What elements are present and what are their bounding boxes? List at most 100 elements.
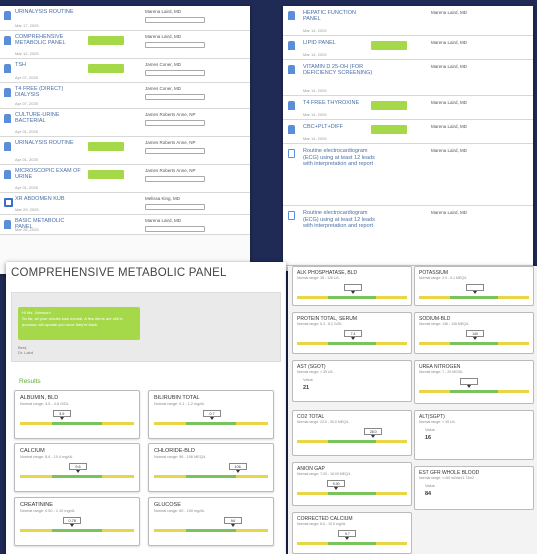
ordering-provider: Marena Laird, MD (431, 210, 468, 215)
list-item[interactable]: XR Abdomen Kub Mar 29, 2025 Melissa King, … (0, 193, 250, 215)
list-item[interactable]: MICROSCOPIC EXAM OF URINE Apr 01, 2025 Jam… (0, 165, 250, 193)
flask-icon (288, 101, 295, 110)
message-bubble: Hi Ms. Johnson! So far, all your results… (18, 307, 140, 340)
lab-results-list-a: URINALYSIS ROUTINE Mar 17, 2025 Marena Lai… (0, 6, 250, 274)
flask-icon (288, 125, 295, 134)
result-name: CREATININE (20, 502, 53, 508)
flask-icon (288, 41, 295, 50)
normal-range: Normal range: 3.5 - 5.1 MEQ/L (419, 276, 467, 280)
list-item[interactable]: T4 FREE THYROXINE Mar 14, 2025 Marena Lair… (283, 96, 533, 120)
list-item-name: T4 FREE (DIRECT) DIALYSIS (15, 86, 64, 98)
list-item[interactable]: CBC+PLT+DIFF Mar 14, 2025 Marena Laird, MD (283, 120, 533, 144)
ordering-provider: Marena Laird, MD (431, 40, 468, 45)
results-heading: Results (19, 378, 41, 385)
cmp-detail-panel-continued: ALK PHOSPHATASE, BLD Normal range: 38 - 1… (288, 266, 537, 554)
new-result-badge (371, 41, 407, 50)
list-item-name: XR Abdomen Kub (15, 196, 65, 202)
ordering-provider: Marena Laird, MD (145, 218, 182, 223)
ordering-provider: James Roberts Anne, NP (145, 112, 196, 117)
list-item[interactable]: TSH Apr 07, 2025 James Coner, MD (0, 59, 250, 83)
result-card: GLUCOSE Normal range: 60 - 100 mg/dL 94 (148, 497, 274, 546)
value-pointer (345, 537, 350, 540)
cmp-detail-panel: COMPREHENSIVE METABOLIC PANEL Hi Ms. Joh… (6, 262, 286, 554)
value-pointer (473, 337, 477, 340)
ordering-provider: James Roberts Anne, NP (145, 140, 196, 145)
list-item-date: Mar 28, 2025 (15, 227, 39, 232)
value-pointer (351, 337, 355, 340)
list-item[interactable]: COMPREHENSIVE METABOLIC PANEL Mar 12, 202… (0, 31, 250, 59)
flask-icon (288, 65, 295, 74)
message-provider-button[interactable] (145, 226, 205, 232)
value-pointer (334, 487, 339, 490)
range-bar (20, 475, 134, 478)
document-icon (288, 149, 295, 158)
result-card: UREA NITROGEN Normal range: 7 - 20 MG/DL (414, 360, 534, 404)
normal-range: Normal range: >=60 ml/min/1.73m2 (419, 476, 475, 480)
list-item[interactable]: LIPID PANEL Mar 14, 2025 Marena Laird, MD (283, 36, 533, 60)
message-provider-button[interactable] (145, 17, 205, 23)
result-card: CALCIUM Normal range: 8.6 - 10.4 mg/dL 9.6 (14, 443, 140, 492)
value-label: Value (425, 483, 435, 488)
list-item[interactable]: VITAMIN D 25-OH (FOR DEFICIENCY SCREENIN… (283, 60, 533, 96)
list-item-name: TSH (15, 62, 26, 68)
range-bar (297, 492, 407, 495)
list-item[interactable]: Routine electrocardiogram (ECG) using at… (283, 206, 533, 266)
message-provider-button[interactable] (145, 94, 205, 100)
value-pointer (467, 385, 472, 388)
message-provider-button[interactable] (145, 42, 205, 48)
list-item[interactable]: Routine electrocardiogram (ECG) using at… (283, 144, 533, 206)
value-pointer (351, 291, 355, 294)
list-item-date: Mar 14, 2025 (303, 52, 327, 57)
result-name: CALCIUM (20, 448, 45, 454)
result-value: 7.4 (344, 330, 362, 337)
result-value: 28.0 (364, 428, 383, 435)
flask-icon (288, 11, 295, 20)
signature-text: Dr. Laird (18, 350, 34, 355)
message-provider-button[interactable] (145, 70, 205, 76)
list-item[interactable]: T4 FREE (DIRECT) DIALYSIS Apr 07, 2025 Jam… (0, 83, 250, 109)
list-item[interactable]: HEPATIC FUNCTION PANEL Mar 14, 2025 Marena… (283, 6, 533, 36)
ordering-provider: Marena Laird, MD (431, 10, 468, 15)
normal-range: Normal range: 7.00 - 16.00 MEQ/L (297, 472, 351, 476)
list-item[interactable]: URINALYSIS ROUTINE Mar 17, 2025 Marena Lai… (0, 6, 250, 31)
list-item[interactable]: URINALYSIS ROUTINE Apr 01, 2025 James Robe… (0, 137, 250, 165)
ordering-provider: Marena Laird, MD (145, 9, 182, 14)
list-item-date: Mar 12, 2025 (15, 51, 39, 56)
lab-results-list-b: HEPATIC FUNCTION PANEL Mar 14, 2025 Marena… (283, 6, 533, 271)
list-item[interactable]: BASIC METABOLIC PANEL Mar 28, 2025 Marena … (0, 215, 250, 235)
list-item-date: Apr 07, 2025 (15, 101, 38, 106)
message-provider-button[interactable] (145, 120, 205, 126)
value-pointer (76, 470, 80, 473)
value-label: Value (425, 427, 435, 432)
range-bar (154, 422, 268, 425)
message-body: So far, all your results look normal. A … (22, 316, 123, 327)
normal-range: Normal range: < 35 U/L (297, 370, 334, 374)
result-value: 84 (425, 491, 432, 497)
normal-range: Normal range: 96 - 106 MEQ/L (154, 455, 206, 459)
new-result-badge (88, 64, 124, 73)
list-item-name: CULTURE-URINE BACTERIAL (15, 112, 60, 124)
normal-range: Normal range: 136 - 145 MEQ/L (419, 322, 469, 326)
flask-icon (4, 11, 11, 20)
result-card: CO2 TOTAL Normal range: 22.0 - 30.0 MEQ/L… (292, 410, 412, 456)
normal-range: Normal range: < 35 U/L (419, 420, 456, 424)
new-result-badge (88, 170, 124, 179)
list-item-date: Apr 01, 2025 (15, 185, 38, 190)
list-item-name: Routine electrocardiogram (ECG) using at… (303, 210, 375, 229)
result-card: AST (SGOT) Normal range: < 35 U/L Value 21 (292, 360, 412, 402)
result-value: 16 (425, 435, 432, 441)
normal-range: Normal range: 7 - 20 MG/DL (419, 370, 464, 374)
ordering-provider: Marena Laird, MD (431, 64, 468, 69)
result-name: BILIRUBIN TOTAL (154, 395, 200, 401)
list-item[interactable]: CULTURE-URINE BACTERIAL Apr 01, 2025 James… (0, 109, 250, 137)
message-provider-button[interactable] (145, 204, 205, 210)
value-pointer (473, 291, 477, 294)
message-provider-button[interactable] (145, 176, 205, 182)
normal-range: Normal range: 6.3 - 8.2 G/DL (297, 322, 343, 326)
list-item-name: URINALYSIS ROUTINE (15, 9, 74, 15)
message-provider-button[interactable] (145, 148, 205, 154)
range-bar (419, 390, 529, 393)
list-item-name: VITAMIN D 25-OH (FOR DEFICIENCY SCREENIN… (303, 64, 373, 76)
ordering-provider: James Roberts Anne, NP (145, 168, 196, 173)
result-card: CHLORIDE-BLD Normal range: 96 - 106 MEQ/L… (148, 443, 274, 492)
